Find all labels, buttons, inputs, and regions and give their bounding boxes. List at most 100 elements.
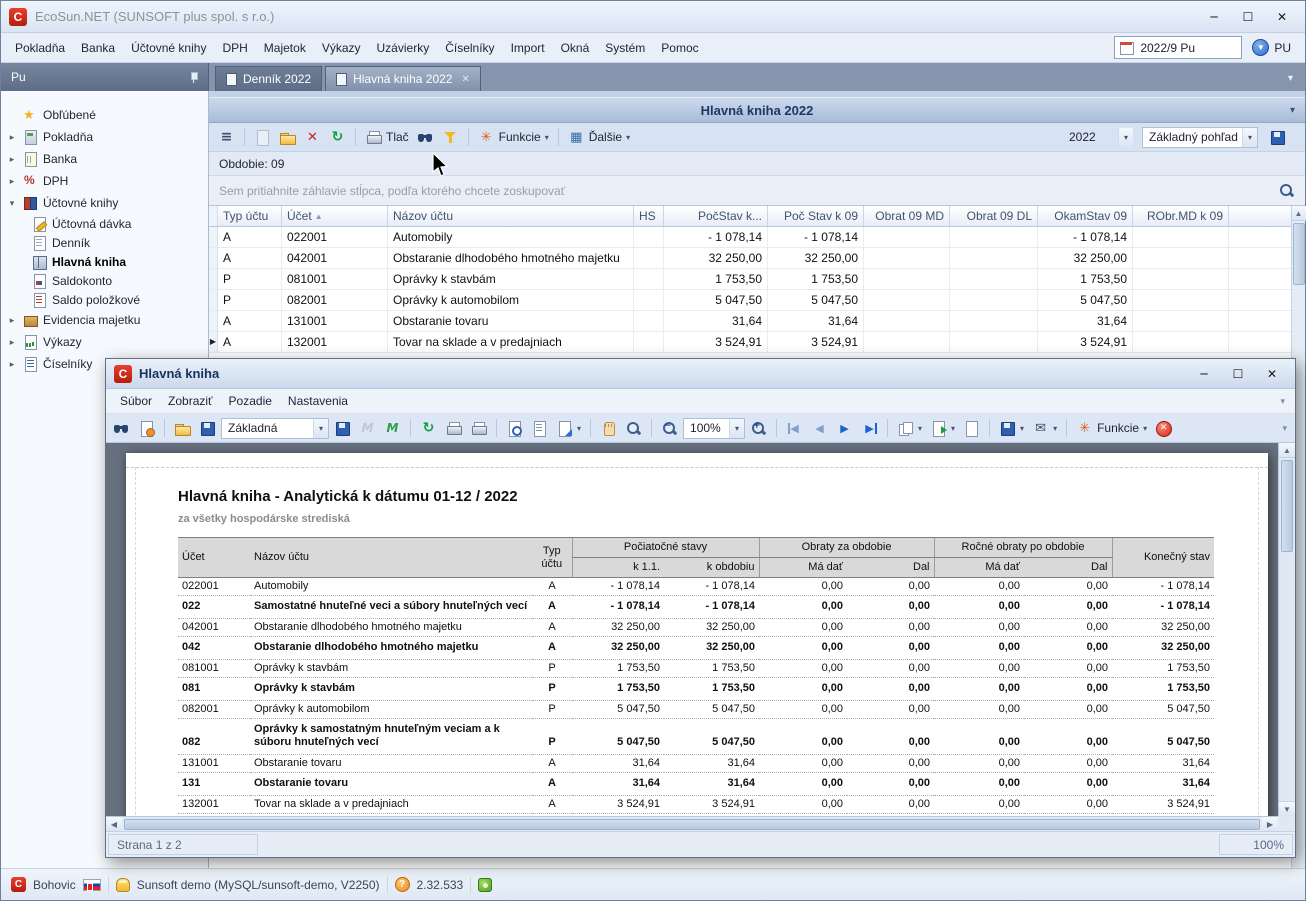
refresh-button[interactable]: [417, 417, 440, 439]
scroll-thumb[interactable]: [124, 819, 1260, 830]
sidebar-item-dennik[interactable]: Denník: [1, 233, 208, 252]
email-button[interactable]: ▾: [1029, 417, 1060, 439]
watermark-button[interactable]: [381, 417, 404, 439]
panel-chevron-icon[interactable]: ▾: [1290, 105, 1295, 116]
view-combo[interactable]: Základný pohľad ▾: [1142, 127, 1258, 148]
view-combo[interactable]: Základná▾: [221, 418, 329, 439]
print-button[interactable]: Tlač: [362, 126, 412, 148]
save-view-button[interactable]: [331, 417, 354, 439]
scroll-thumb[interactable]: [1293, 223, 1305, 285]
pv-menu-nastavenia[interactable]: Nastavenia: [280, 390, 356, 412]
scroll-up-icon[interactable]: ▲: [1292, 206, 1306, 221]
zoom-in-button[interactable]: +: [747, 417, 770, 439]
pin-icon[interactable]: [185, 69, 202, 86]
list-menu-button[interactable]: [215, 126, 238, 148]
menu-import[interactable]: Import: [503, 37, 553, 59]
table-row[interactable]: A131001Obstaranie tovaru31,6431,6431,64: [209, 311, 1305, 332]
sidebar-item-evidencia-majetku[interactable]: ▸Evidencia majetku: [1, 309, 208, 331]
table-row[interactable]: P082001Oprávky k automobilom5 047,505 04…: [209, 290, 1305, 311]
last-page-button[interactable]: [858, 417, 881, 439]
scroll-left-icon[interactable]: ◀: [106, 817, 122, 831]
save-export-button[interactable]: ▾: [996, 417, 1027, 439]
column-header-pocstav-k[interactable]: PočStav k...: [664, 206, 768, 226]
page-setup-button[interactable]: [503, 417, 526, 439]
sidebar-item-pokladna[interactable]: ▸Pokladňa: [1, 126, 208, 148]
pv-menu-subor[interactable]: Súbor: [112, 390, 160, 412]
year-combo[interactable]: 2022 ▾: [1062, 127, 1134, 148]
quick-print-button[interactable]: [467, 417, 490, 439]
close-button[interactable]: ✕: [1267, 6, 1297, 28]
minimize-button[interactable]: ─: [1199, 6, 1229, 28]
scroll-right-icon[interactable]: ▶: [1262, 817, 1278, 831]
menu-uctovne-knihy[interactable]: Účtovné knihy: [123, 37, 214, 59]
column-header-hs[interactable]: HS: [634, 206, 664, 226]
sidebar-item-banka[interactable]: ▸Banka: [1, 148, 208, 170]
column-header-nazov-uctu[interactable]: Názov účtu: [388, 206, 634, 226]
column-header-obrat-09-dl[interactable]: Obrat 09 DL: [950, 206, 1038, 226]
table-row[interactable]: ▶A132001Tovar na sklade a v predajniach3…: [209, 332, 1305, 353]
menu-okna[interactable]: Okná: [553, 37, 598, 59]
delete-button[interactable]: [301, 126, 324, 148]
scale-button[interactable]: ▾: [553, 417, 584, 439]
close-tab-icon[interactable]: ✕: [461, 74, 469, 85]
minimize-button[interactable]: ─: [1189, 363, 1219, 385]
save-view-button[interactable]: [1266, 126, 1289, 148]
sidebar-item-uctovna-davka[interactable]: Účtovná dávka: [1, 214, 208, 233]
period-field[interactable]: 2022/9 Pu: [1114, 36, 1242, 59]
multipage-button[interactable]: ▾: [894, 417, 925, 439]
column-header-obrat-09-md[interactable]: Obrat 09 MD: [864, 206, 950, 226]
menu-uzavierky[interactable]: Uzávierky: [369, 37, 438, 59]
column-header-robr-md-k-09[interactable]: RObr.MD k 09: [1133, 206, 1229, 226]
sidebar-item-dph[interactable]: ▸DPH: [1, 170, 208, 192]
new-record-button[interactable]: [251, 126, 274, 148]
magnifier-button[interactable]: [622, 417, 645, 439]
open-button[interactable]: [171, 417, 194, 439]
scroll-thumb[interactable]: [1281, 460, 1293, 552]
table-row[interactable]: P081001Oprávky k stavbám1 753,501 753,50…: [209, 269, 1305, 290]
zoom-combo[interactable]: 100%▾: [683, 418, 745, 439]
pv-menu-pozadie[interactable]: Pozadie: [221, 390, 280, 412]
column-header-typ-uctu[interactable]: Typ účtu: [218, 206, 282, 226]
filter-button[interactable]: [439, 126, 462, 148]
sidebar-item-hlavna-kniha[interactable]: Hlavná kniha: [1, 252, 208, 271]
sidebar-item-saldo-polozkove[interactable]: Saldo položkové: [1, 290, 208, 309]
funkcie-button[interactable]: Funkcie▾: [475, 126, 552, 148]
table-row[interactable]: A042001Obstaranie dlhodobého hmotného ma…: [209, 248, 1305, 269]
tab-list-chevron-icon[interactable]: ▾: [1282, 73, 1299, 84]
hand-tool-button[interactable]: [597, 417, 620, 439]
tab-dennik-2022[interactable]: Denník 2022: [215, 66, 322, 91]
menu-pokladna[interactable]: Pokladňa: [7, 37, 73, 59]
export-button[interactable]: ▾: [927, 417, 958, 439]
menu-ciselniky[interactable]: Číselníky: [437, 37, 502, 59]
help-icon[interactable]: [395, 877, 410, 892]
maximize-button[interactable]: ☐: [1233, 6, 1263, 28]
watermark-off-button[interactable]: [356, 417, 379, 439]
overflow-chevron-icon[interactable]: ▾: [1280, 396, 1289, 407]
close-button[interactable]: ✕: [1257, 363, 1287, 385]
sidebar-item-uctovne-knihy[interactable]: ▾Účtovné knihy: [1, 192, 208, 214]
menu-banka[interactable]: Banka: [73, 37, 123, 59]
scroll-up-icon[interactable]: ▲: [1279, 443, 1296, 458]
overflow-chevron-icon[interactable]: ▾: [1282, 423, 1291, 434]
zoom-out-button[interactable]: −: [658, 417, 681, 439]
first-page-button[interactable]: [783, 417, 806, 439]
dalsie-button[interactable]: Ďalšie▾: [565, 126, 633, 148]
print-button[interactable]: [442, 417, 465, 439]
document-map-button[interactable]: [960, 417, 983, 439]
open-button[interactable]: [276, 126, 299, 148]
refresh-button[interactable]: [326, 126, 349, 148]
menu-vykazy[interactable]: Výkazy: [314, 37, 369, 59]
search-button[interactable]: [414, 126, 437, 148]
table-row[interactable]: A022001Automobily- 1 078,14- 1 078,14- 1…: [209, 227, 1305, 248]
scroll-down-icon[interactable]: ▼: [1279, 801, 1296, 816]
maximize-button[interactable]: ☐: [1223, 363, 1253, 385]
menu-majetok[interactable]: Majetok: [256, 37, 314, 59]
column-header-ucet[interactable]: Účet▲: [282, 206, 388, 226]
column-header-okamstav-09[interactable]: OkamStav 09: [1038, 206, 1133, 226]
search-icon[interactable]: [1278, 182, 1295, 199]
sidebar-item-vykazy[interactable]: ▸Výkazy: [1, 331, 208, 353]
next-page-button[interactable]: [833, 417, 856, 439]
group-by-panel[interactable]: Sem pritiahnite záhlavie stĺpca, podľa k…: [209, 176, 1305, 206]
slovak-flag-icon[interactable]: [83, 879, 101, 891]
prev-page-button[interactable]: [808, 417, 831, 439]
